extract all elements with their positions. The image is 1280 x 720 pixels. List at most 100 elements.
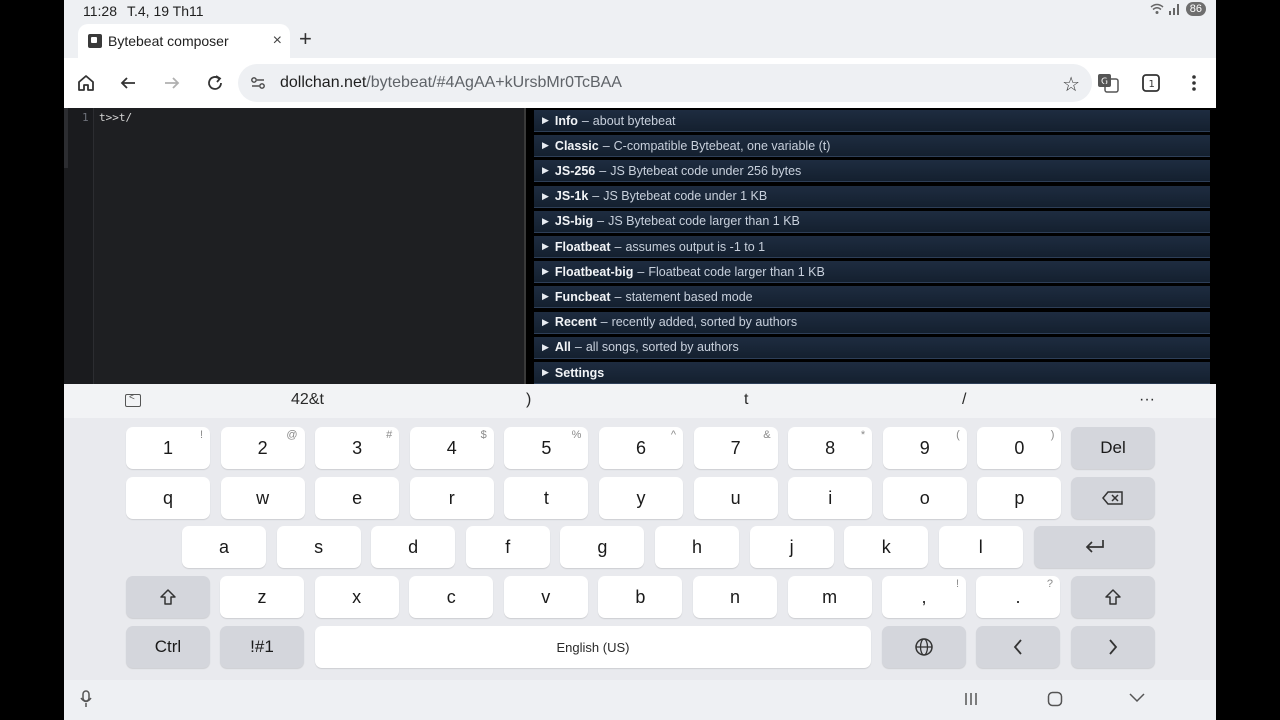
library-item-recent[interactable]: ▶ Recent – recently added, sorted by author… <box>534 311 1210 334</box>
library-item-js-256[interactable]: ▶ JS-256– JS Bytebeat code under 256 bytes <box>534 160 1210 183</box>
key-i[interactable]: i <box>788 477 873 519</box>
keyboard-collapse-icon[interactable] <box>125 392 141 407</box>
key-o[interactable]: o <box>882 477 967 519</box>
code-editor[interactable]: 1 t>>t/ <box>64 108 526 384</box>
key-e[interactable]: e <box>315 477 400 519</box>
key-s[interactable]: s <box>276 526 361 568</box>
space-key[interactable]: English (US) <box>315 626 871 668</box>
key-w[interactable]: w <box>220 477 305 519</box>
shift-right-key[interactable] <box>1071 576 1155 618</box>
ctrl-key[interactable]: Ctrl <box>126 626 210 668</box>
enter-key[interactable] <box>1034 526 1155 568</box>
key-x[interactable]: x <box>314 576 399 618</box>
library-item-floatbeat[interactable]: ▶ Floatbeat – assumes output is -1 to 1 <box>534 236 1210 258</box>
address-bar[interactable]: dollchan.net/bytebeat/#4AgAA+kUrsbMr0TcB… <box>238 64 1092 102</box>
symbols-key[interactable]: !#1 <box>220 626 304 668</box>
symbols-key-label: !#1 <box>250 637 274 656</box>
key-b[interactable]: b <box>598 576 683 618</box>
chevron-down-icon[interactable] <box>1129 693 1145 703</box>
library-item-info[interactable]: ▶ Info – about bytebeat <box>534 110 1210 132</box>
reload-button[interactable] <box>203 71 227 95</box>
key-r[interactable]: r <box>409 477 494 519</box>
menu-button[interactable] <box>1182 71 1206 95</box>
back-button[interactable] <box>116 71 140 95</box>
code-line[interactable]: t>>t/ <box>99 111 132 124</box>
suggestion-4[interactable]: / <box>962 391 966 409</box>
tab-switcher-button[interactable]: 1 <box>1139 71 1163 95</box>
library-item-js-big[interactable]: ▶ JS-big – JS Bytebeat code larger than 1 K… <box>534 210 1210 233</box>
key-5[interactable]: 5% <box>504 427 589 469</box>
key-v[interactable]: v <box>503 576 588 618</box>
cursor-left-key[interactable] <box>976 626 1060 668</box>
url-path: /bytebeat/#4AgAA+kUrsbMr0TcBAA <box>366 74 622 91</box>
key-v-label: v <box>541 586 551 607</box>
key-u[interactable]: u <box>693 477 778 519</box>
key-l[interactable]: l <box>938 526 1023 568</box>
forward-button[interactable] <box>160 71 184 95</box>
key-0[interactable]: 0) <box>977 427 1062 469</box>
suggestion-more-icon[interactable]: ··· <box>1139 391 1155 409</box>
suggestion-3[interactable]: t <box>744 391 748 409</box>
library-item-desc: all songs, sorted by authors <box>585 340 739 355</box>
key-n[interactable]: n <box>693 576 777 618</box>
key-j[interactable]: j <box>749 526 834 568</box>
library-item-floatbeat-big[interactable]: ▶ Floatbeat-big – Floatbeat code larger tha… <box>534 261 1210 284</box>
library-item-funcbeat[interactable]: ▶ Funcbeat – statement based mode <box>534 286 1210 309</box>
key-1-alt: ! <box>199 429 203 441</box>
language-key[interactable] <box>882 626 966 668</box>
key-2-label: 2 <box>257 437 268 458</box>
library-item-all[interactable]: ▶ All – all songs, sorted by authors <box>534 336 1210 359</box>
backspace-key[interactable] <box>1071 477 1155 519</box>
cursor-right-key[interactable] <box>1071 626 1155 668</box>
key-k-label: k <box>881 536 891 557</box>
url-text[interactable]: dollchan.net/bytebeat/#4AgAA+kUrsbMr0TcB… <box>280 74 622 92</box>
key-r-label: r <box>448 487 455 508</box>
key-j-label: j <box>789 536 794 557</box>
shift-left-key[interactable] <box>126 576 210 618</box>
key-period[interactable]: .? <box>976 576 1060 618</box>
home-button[interactable] <box>74 71 98 95</box>
key-k[interactable]: k <box>844 526 929 568</box>
key-d[interactable]: d <box>371 526 456 568</box>
key-p[interactable]: p <box>977 477 1062 519</box>
key-4[interactable]: 4 $ <box>409 427 494 469</box>
key-g[interactable]: g <box>560 526 645 568</box>
key-t[interactable]: t <box>504 477 589 519</box>
microphone-icon[interactable] <box>80 690 92 708</box>
home-nav-icon[interactable] <box>1047 691 1063 707</box>
key-q[interactable]: q <box>126 477 210 519</box>
library-item-name: Info <box>554 113 578 128</box>
key-a[interactable]: a <box>182 526 266 568</box>
site-settings-icon[interactable] <box>250 75 266 91</box>
key-7[interactable]: 7 & <box>693 427 778 469</box>
key-z[interactable]: z <box>220 576 304 618</box>
key-f[interactable]: f <box>465 526 550 568</box>
ctrl-key-label: Ctrl <box>154 637 182 656</box>
favicon-icon <box>88 34 102 48</box>
key-y[interactable]: y <box>599 477 683 519</box>
key-2[interactable]: 2 @ <box>220 427 305 469</box>
key-comma[interactable]: ,! <box>882 576 966 618</box>
expand-triangle-icon: ▶ <box>542 241 549 251</box>
key-1[interactable]: 1! <box>126 427 210 469</box>
key-3[interactable]: 3 # <box>315 427 400 469</box>
library-item-js-1k[interactable]: ▶ JS-1k – JS Bytebeat code under 1 KB <box>534 185 1210 208</box>
key-8[interactable]: 8 * <box>788 427 873 469</box>
key-h[interactable]: h <box>655 526 739 568</box>
delete-key[interactable]: Del <box>1071 427 1155 469</box>
recent-apps-icon[interactable] <box>964 692 978 706</box>
suggestion-2[interactable]: ) <box>526 391 531 409</box>
translate-button[interactable]: G <box>1096 71 1120 95</box>
new-tab-button[interactable]: + <box>299 28 312 50</box>
suggestion-1[interactable]: 42&t <box>291 391 324 409</box>
tab-bytebeat-composer[interactable]: Bytebeat composer × <box>78 24 290 58</box>
tab-close-icon[interactable]: × <box>273 32 282 50</box>
key-9[interactable]: 9( <box>882 427 967 469</box>
key-c[interactable]: c <box>409 576 494 618</box>
key-m[interactable]: m <box>787 576 872 618</box>
bookmark-star-icon[interactable]: ☆ <box>1062 72 1080 97</box>
library-item-classic[interactable]: ▶ Classic – C-compatible Bytebeat, one vari… <box>534 135 1210 158</box>
key-6[interactable]: 6 ^ <box>599 427 683 469</box>
library-item-separator: – <box>599 163 607 178</box>
library-item-settings[interactable]: ▶ Settings <box>534 362 1210 384</box>
